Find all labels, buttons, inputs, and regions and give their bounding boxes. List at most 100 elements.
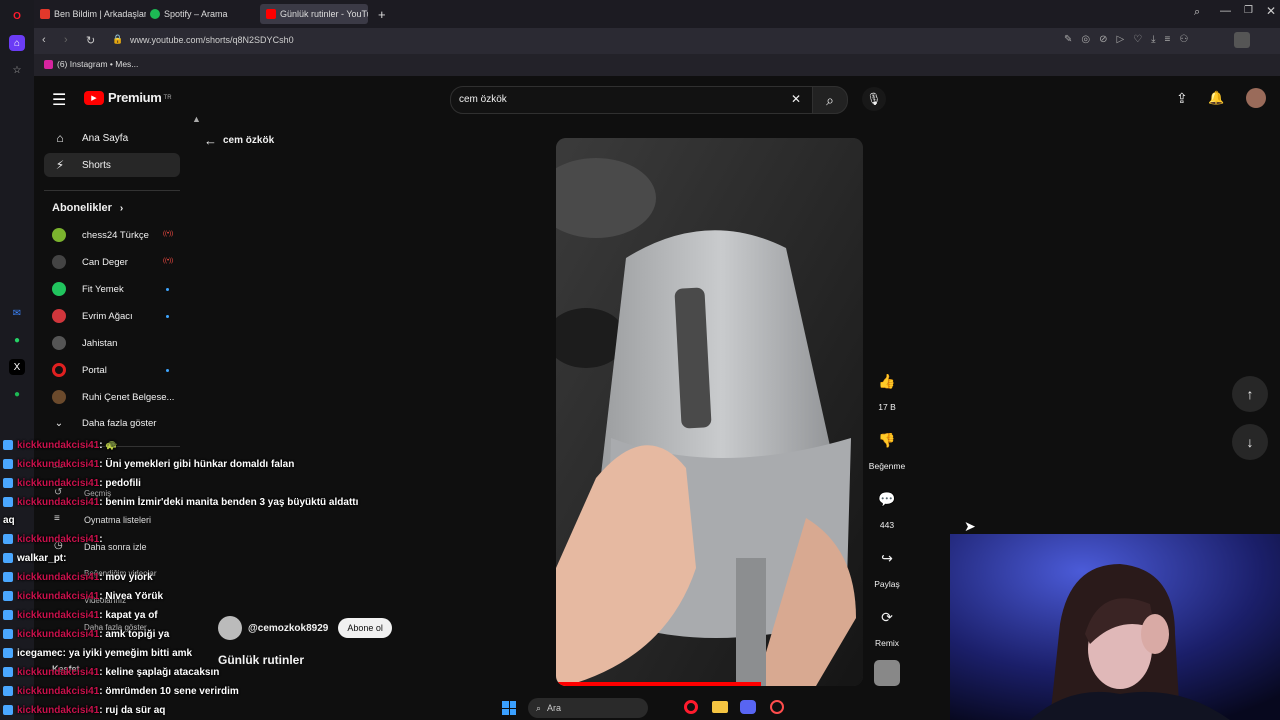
url-field[interactable]: www.youtube.com/shorts/q8N2SDYCsh0 [130,35,294,45]
chat-text: : [63,552,67,564]
new-tab-button[interactable]: + [378,4,390,24]
extension-icon[interactable] [1234,32,1250,48]
video-frame [556,138,863,686]
thumbs-down-icon: 👎 [878,431,896,448]
discord-icon[interactable] [740,700,756,714]
chat-username: kickkundakcisi41 [17,704,100,716]
toolbar-icons[interactable]: ✎◎⊘▷♡⤓≡⚇ [1064,34,1197,45]
webcam-image [950,534,1280,720]
microphone-icon[interactable]: 🎙 [862,87,886,111]
mouse-cursor-icon: ➤ [964,518,976,534]
sub-ruhicenet[interactable]: Ruhi Çenet Belgese... [52,388,174,406]
home-icon[interactable]: ⌂ [9,35,25,51]
chat-message: kickkundakcisi41: pedofili [0,474,141,492]
avatar[interactable] [1246,88,1266,108]
sound-thumbnail[interactable] [874,660,900,686]
search-value: cem özkök [459,94,507,105]
sub-portal[interactable]: Portal [52,361,107,379]
channel-avatar [52,282,66,296]
back-icon[interactable]: ‹ [42,34,46,46]
chat-username: kickkundakcisi41 [17,477,100,489]
bell-icon[interactable]: 🔔 [1208,90,1224,106]
upload-icon[interactable]: ⇪ [1176,90,1188,107]
short-title: Günlük rutinler [218,653,305,667]
sub-chess24[interactable]: chess24 Türkçe [52,226,149,244]
channel-avatar[interactable] [218,616,242,640]
playlist-icon: ≡ [54,513,60,524]
chat-message: kickkundakcisi41: ömrümden 10 sene verir… [0,682,239,700]
tab-youtube[interactable]: Günlük rutinler - YouTube [260,4,368,24]
subscriptions-header[interactable]: Abonelikler › [52,202,123,214]
maximize-icon[interactable]: ❐ [1244,5,1253,16]
share-icon: ↪ [881,549,893,566]
chat-text: : pedofili [99,477,141,489]
youtube-logo[interactable]: ▶ Premium TR [84,90,172,105]
messenger-icon[interactable]: ✉ [9,305,25,321]
star-icon[interactable]: ☆ [9,62,25,78]
chat-text: : 🐢 [99,439,118,451]
like-button[interactable]: 👍 17 B [866,364,908,413]
menu-icon[interactable]: ☰ [52,90,66,110]
next-short-button[interactable]: ↓ [1232,424,1268,460]
share-button[interactable]: ↪ Paylaş [866,541,908,590]
search-input[interactable]: cem özkök ✕ [450,86,814,114]
chat-text: : Nivea Yörük [99,590,164,602]
search-button[interactable]: ⌕ [812,86,848,114]
file-explorer-icon[interactable] [712,701,728,713]
channel-name[interactable]: @cemozkok8929 [248,623,328,634]
sub-candeger[interactable]: Can Deger [52,253,128,271]
whatsapp-icon[interactable]: ● [9,332,25,348]
spotify-icon[interactable]: ● [9,386,25,402]
short-video-player[interactable] [556,138,863,686]
remix-button[interactable]: ⟳ Remix [866,600,908,649]
tab-benbildim[interactable]: Ben Bildim | Arkadaşlarınla [40,4,146,24]
windows-start-icon[interactable] [502,701,516,715]
opera-gx-icon[interactable] [770,700,784,714]
minimize-icon[interactable]: — [1220,5,1231,17]
x-twitter-icon[interactable]: X [9,359,25,375]
search-icon[interactable]: ⌕ [1194,6,1200,19]
remix-icon: ⟳ [881,608,893,625]
logo-country: TR [163,94,172,101]
tab-favicon-icon [40,9,50,19]
close-icon[interactable]: ✕ [1266,4,1276,18]
kick-badge-icon [3,648,13,658]
clear-search-icon[interactable]: ✕ [791,92,801,106]
comments-button[interactable]: 💬 443 [866,482,908,531]
forward-icon[interactable]: › [64,34,68,46]
kick-badge-icon [3,572,13,582]
chat-username: kickkundakcisi41 [17,439,100,451]
channel-row: @cemozkok8929 Abone ol [218,616,392,640]
kick-badge-icon [3,705,13,715]
kick-badge-icon [3,610,13,620]
opera-taskbar-icon[interactable] [684,700,698,714]
bookmark-instagram[interactable]: (6) Instagram • Mes... [44,59,138,69]
search-icon: ⌕ [536,702,542,713]
sub-evrimagaci[interactable]: Evrim Ağacı [52,307,133,325]
chat-message: kickkundakcisi41: benim İzmir'deki manit… [0,493,358,511]
sidebar-item-home[interactable]: ⌂ Ana Sayfa [44,126,180,150]
channel-avatar [52,309,66,323]
chat-username: kickkundakcisi41 [17,571,100,583]
sidebar-item-shorts[interactable]: ⚡ Shorts [44,153,180,177]
youtube-play-icon: ▶ [84,90,104,105]
show-more-button[interactable]: ⌄ Daha fazla göster [52,414,157,432]
reload-icon[interactable]: ↻ [86,34,95,47]
dislike-button[interactable]: 👎 Beğenme [866,423,908,472]
back-to-search[interactable]: ← cem özkök [204,133,274,148]
sub-fityemek[interactable]: Fit Yemek [52,280,124,298]
chat-username: walkar_pt [17,552,64,564]
chevron-down-icon: ⌄ [54,417,64,429]
sub-jahistan[interactable]: Jahistan [52,334,117,352]
subscribe-button[interactable]: Abone ol [338,618,392,638]
tab-spotify[interactable]: Spotify – Arama [150,4,260,24]
sidebar-item-playlists[interactable]: Oynatma listeleri [84,515,151,525]
chat-username: kickkundakcisi41 [17,590,100,602]
chat-username: kickkundakcisi41 [17,458,100,470]
taskbar-search[interactable]: ⌕ Ara [528,698,648,718]
address-bar: ‹ › ↻ 🔒 www.youtube.com/shorts/q8N2SDYCs… [34,28,1280,54]
previous-short-button[interactable]: ↑ [1232,376,1268,412]
opera-logo-icon[interactable]: O [9,8,25,24]
collapse-icon[interactable]: ▲ [192,114,201,124]
spotify-favicon-icon [150,9,160,19]
